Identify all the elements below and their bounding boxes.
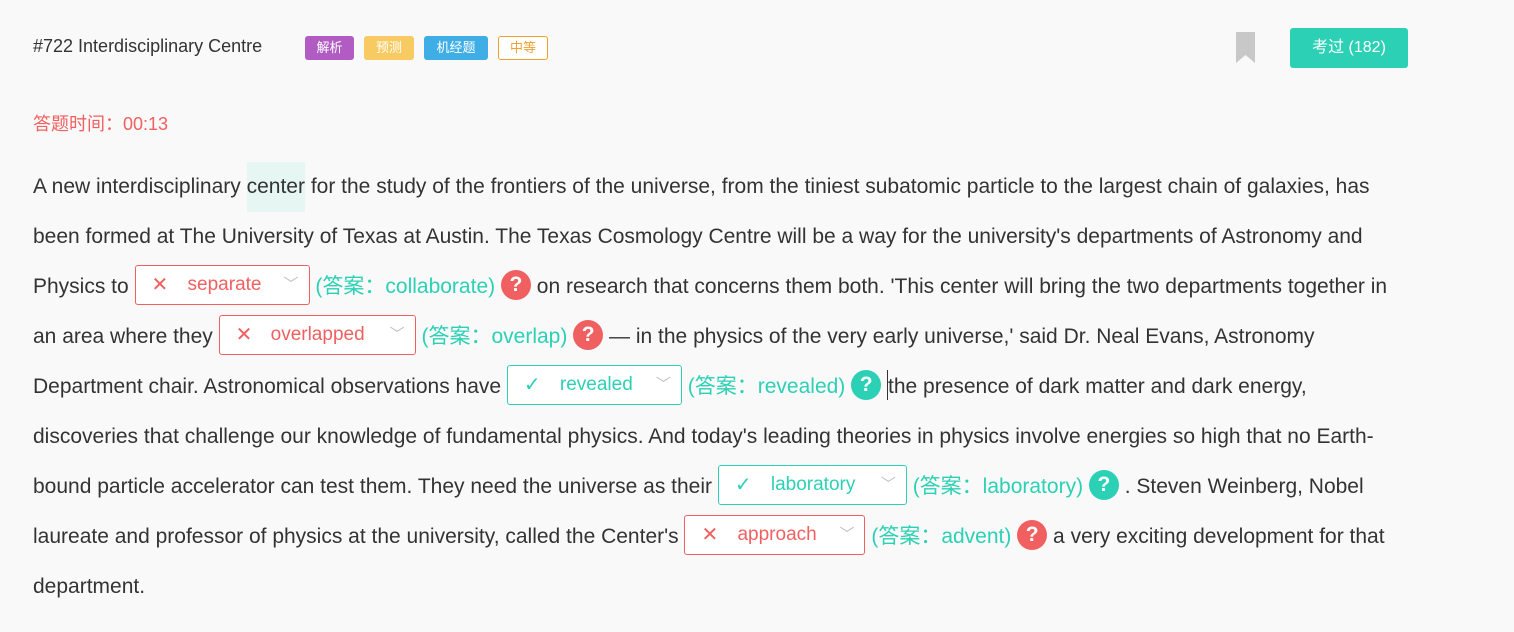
tag-difficulty: 中等 [498, 36, 548, 60]
question-mark-icon[interactable]: ? [851, 370, 882, 401]
blank-3-dropdown[interactable]: ✓ revealed ﹀ [506, 365, 682, 406]
blank-2-selected: overlapped [270, 324, 365, 346]
blank-5-answer: (答案：advent) [871, 525, 1012, 548]
question-header: #722 Interdisciplinary Centre 解析 预测 机经题 … [33, 28, 1413, 68]
passage: A new interdisciplinary center for the s… [33, 162, 1413, 612]
answer-timer: 答题时间：00:13 [33, 114, 169, 134]
question-mark-icon[interactable]: ? [573, 320, 604, 351]
blank-3-selected: revealed [559, 374, 633, 396]
check-icon: ✓ [523, 374, 541, 397]
chevron-down-icon: ﹀ [389, 326, 405, 344]
blank-2-answer: (答案：overlap) [421, 325, 568, 348]
blank-2-dropdown[interactable]: ✕ overlapped ﹀ [218, 315, 416, 356]
blank-1-answer: (答案：collaborate) [315, 275, 496, 298]
chevron-down-icon: ﹀ [655, 376, 671, 394]
tag-analysis[interactable]: 解析 [305, 36, 354, 60]
passage-text: A new interdisciplinary [33, 175, 247, 198]
wrong-icon: ✕ [235, 324, 253, 347]
chevron-down-icon: ﹀ [839, 526, 855, 544]
blank-1-selected: separate [187, 274, 262, 296]
question-mark-icon[interactable]: ? [500, 270, 531, 301]
highlighted-word: center [246, 162, 305, 212]
exam-count-button[interactable]: 考过 (182) [1290, 28, 1408, 68]
blank-4-dropdown[interactable]: ✓ laboratory ﹀ [717, 465, 907, 506]
blank-1-dropdown[interactable]: ✕ separate ﹀ [134, 265, 310, 306]
wrong-icon: ✕ [701, 524, 719, 547]
question-mark-icon[interactable]: ? [1017, 520, 1048, 551]
question-title: #722 Interdisciplinary Centre [33, 36, 263, 56]
chevron-down-icon: ﹀ [880, 476, 896, 494]
blank-4-answer: (答案：laboratory) [912, 475, 1084, 498]
bookmark-icon[interactable] [1236, 32, 1255, 63]
blank-5-dropdown[interactable]: ✕ approach ﹀ [684, 515, 866, 556]
tag-prediction: 预测 [364, 36, 414, 60]
question-mark-icon[interactable]: ? [1088, 470, 1119, 501]
blank-5-selected: approach [737, 524, 817, 546]
chevron-down-icon: ﹀ [283, 276, 299, 294]
blank-3-answer: (答案：revealed) [687, 375, 846, 398]
blank-4-selected: laboratory [770, 474, 856, 496]
check-icon: ✓ [734, 474, 752, 497]
wrong-icon: ✕ [151, 274, 169, 297]
tag-machine-question: 机经题 [424, 36, 488, 60]
